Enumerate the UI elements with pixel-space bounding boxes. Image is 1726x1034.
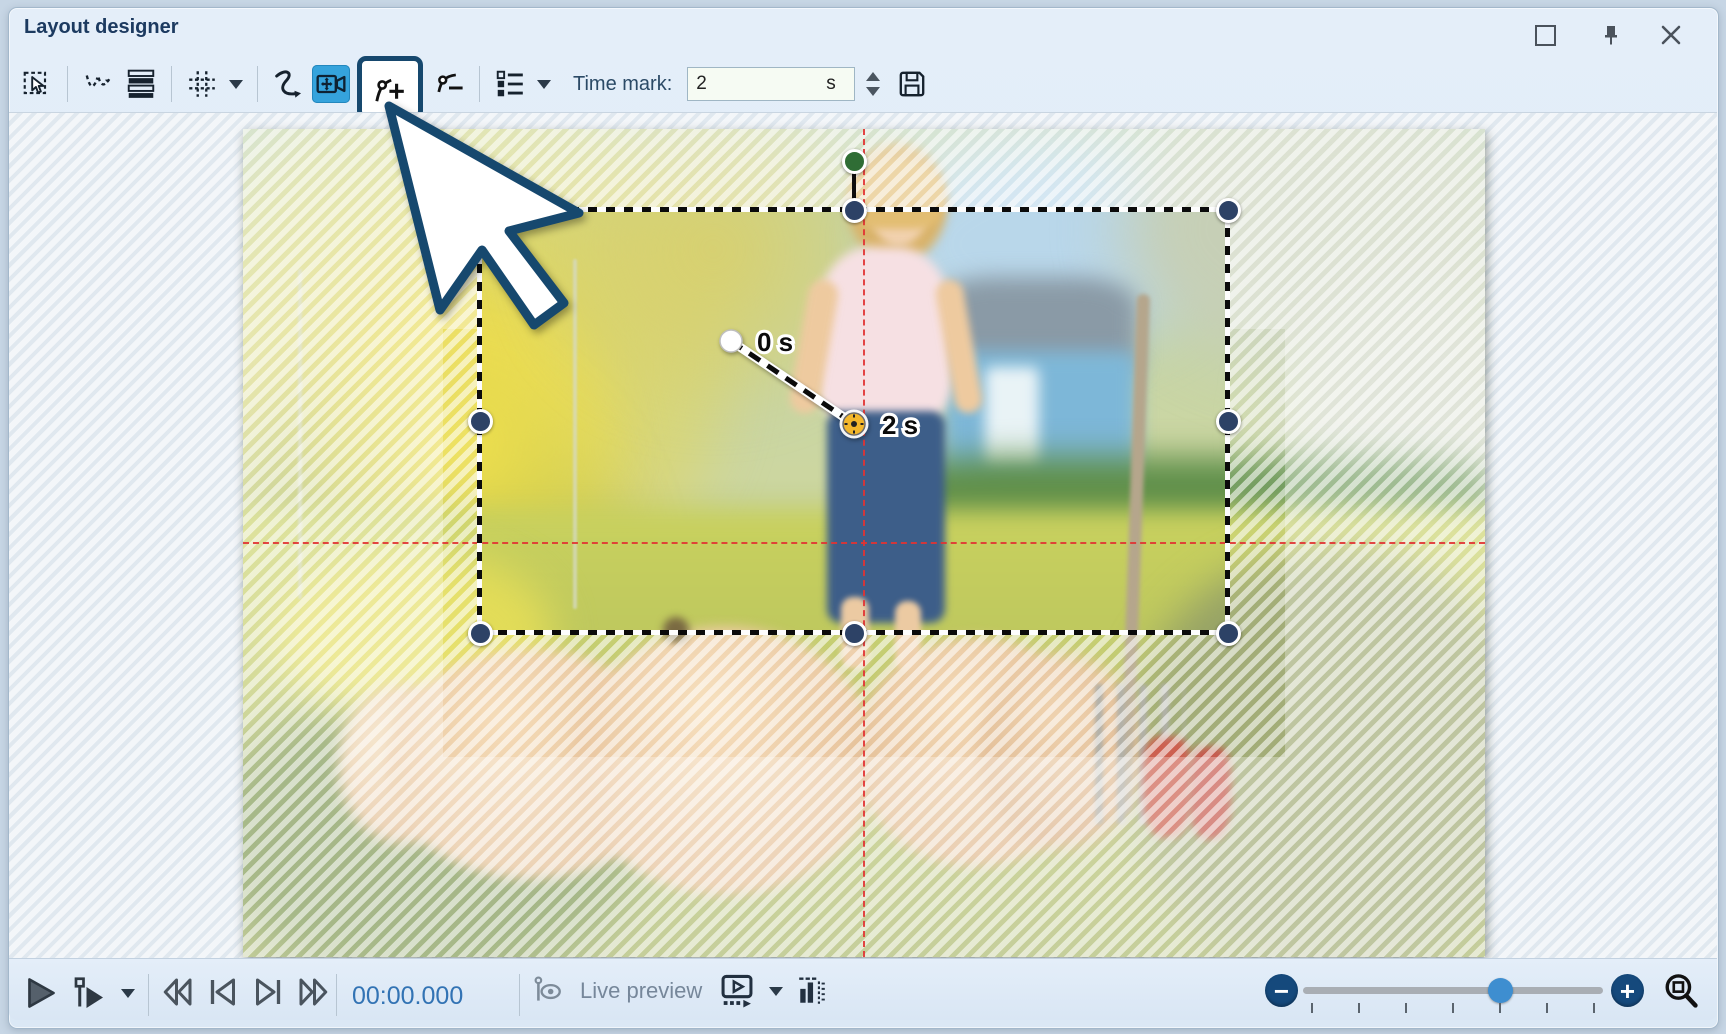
grid-dropdown-button[interactable] [226,65,246,103]
play-button[interactable] [22,975,58,1011]
zoom-out-button[interactable]: − [1265,974,1298,1007]
add-keyframe-button[interactable] [357,56,423,120]
time-mark-field: s [687,67,855,101]
zoom-in-button[interactable]: + [1611,974,1644,1007]
toolbar: Time mark: s [18,56,931,112]
time-display: 00:00.000 [352,982,463,1011]
grid-icon [186,68,218,100]
time-mark-label: Time mark: [573,73,672,96]
preview-dropdown-button[interactable] [766,972,786,1010]
zoom-fit-button[interactable] [1660,970,1702,1012]
zoom-slider-track[interactable] [1303,987,1603,994]
separator [479,66,480,102]
path-points-icon [82,68,114,100]
slider-tick [1593,1003,1595,1013]
time-mark-input[interactable] [688,72,818,96]
remove-keyframe-icon [432,67,466,101]
photo-preview [480,210,1228,633]
chevron-down-icon [769,987,783,996]
selection-clear-region[interactable] [480,210,1228,633]
layout-designer-window: Layout designer [0,0,1726,1034]
timeline-scale-button[interactable] [796,975,828,1007]
skip-to-start-button[interactable] [160,974,196,1010]
spin-down-icon[interactable] [866,87,880,96]
maximize-icon [1535,25,1556,46]
keyframe-list-dropdown-button[interactable] [534,65,554,103]
live-preview-label[interactable]: Live preview [580,978,702,1004]
select-tool-button[interactable] [18,65,56,103]
selection-handle-bottom-left[interactable] [468,621,493,646]
selection-handle-top-left[interactable] [468,198,493,223]
time-mark-unit: s [826,73,836,95]
pin-icon [1599,23,1623,47]
slider-tick [1358,1003,1360,1013]
slider-tick [1546,1003,1548,1013]
separator [519,974,520,1016]
camera-pan-button[interactable] [312,65,350,103]
play-from-marker-button[interactable] [70,975,106,1011]
chevron-down-icon [121,989,135,998]
selection-handle-middle-left[interactable] [468,409,493,434]
selection-handle-top-center[interactable] [842,198,867,223]
separator [336,974,337,1016]
curve-smooth-icon [271,67,305,101]
zoom-slider-thumb[interactable] [1488,978,1513,1003]
grid-button[interactable] [183,65,221,103]
play-options-dropdown-button[interactable] [118,974,138,1012]
selection-handle-middle-right[interactable] [1216,409,1241,434]
close-icon [1659,23,1683,47]
selection-handle-top-right[interactable] [1216,198,1241,223]
stack-order-icon [125,68,157,100]
slider-tick [1452,1003,1454,1013]
selection-handle-bottom-center[interactable] [842,621,867,646]
save-button[interactable] [893,65,931,103]
preview-window-button[interactable] [718,972,756,1010]
keyframe-list-icon [494,68,526,100]
window-title: Layout designer [24,16,178,39]
time-mark-spinner [866,72,880,96]
separator [148,974,149,1016]
remove-keyframe-button[interactable] [430,65,468,103]
previous-frame-button[interactable] [205,974,241,1010]
horizontal-center-guide [243,542,1485,544]
stack-order-button[interactable] [122,65,160,103]
curve-smooth-button[interactable] [269,65,307,103]
close-button[interactable] [1658,22,1684,48]
select-tool-icon [21,68,53,100]
next-frame-button[interactable] [250,974,286,1010]
pin-button[interactable] [1598,22,1624,48]
chevron-down-icon [537,80,551,89]
rotation-handle[interactable] [842,149,867,174]
selection-handle-bottom-right[interactable] [1216,621,1241,646]
separator [67,66,68,102]
save-icon [896,68,928,100]
chevron-down-icon [229,80,243,89]
slider-tick [1499,1003,1501,1013]
slider-tick [1311,1003,1313,1013]
camera-pan-icon [315,68,347,100]
slider-tick [1405,1003,1407,1013]
skip-to-end-button[interactable] [295,974,331,1010]
marker-eye-icon [532,975,564,1007]
keyframe-list-button[interactable] [491,65,529,103]
separator [257,66,258,102]
add-keyframe-icon [372,70,408,106]
separator [171,66,172,102]
path-points-button[interactable] [79,65,117,103]
maximize-button[interactable] [1532,22,1558,48]
spin-up-icon[interactable] [866,72,880,81]
